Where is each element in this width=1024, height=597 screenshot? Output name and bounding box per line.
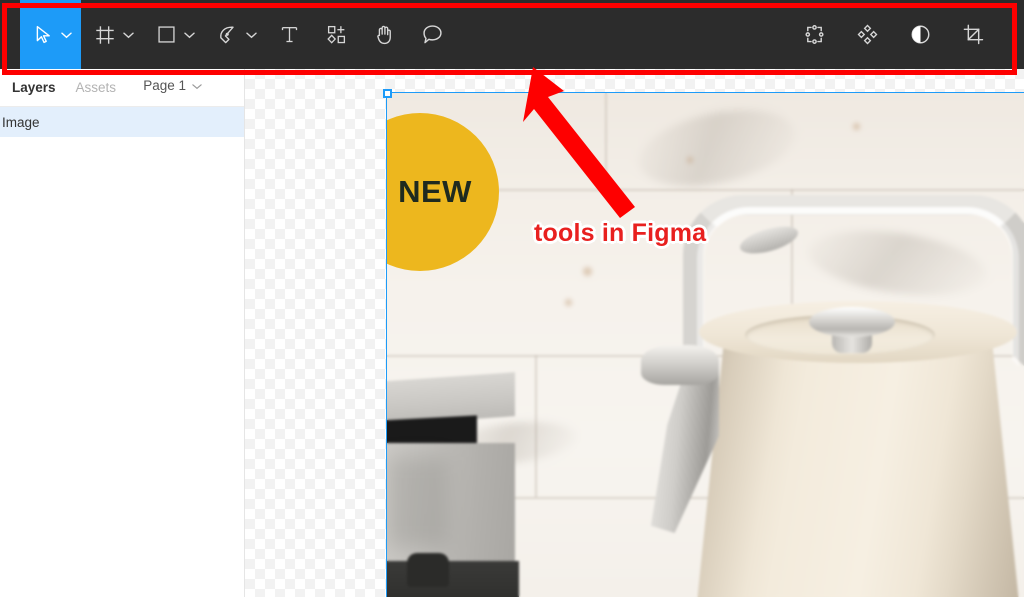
page-selector-label: Page 1 [143, 78, 186, 93]
layer-item-image[interactable]: Image [0, 107, 244, 137]
selected-image-frame[interactable]: NEW [386, 92, 1024, 597]
toaster-knob [407, 553, 449, 587]
kettle-lid-knob [809, 307, 895, 337]
tab-layers[interactable]: Layers [2, 80, 66, 95]
chevron-down-icon [192, 78, 202, 93]
marble-speck [687, 157, 693, 163]
canvas-area[interactable]: NEW [245, 69, 1024, 597]
kettle-photo: NEW [387, 93, 1024, 597]
figma-app-window: Layers Assets Page 1 Image NEW tools in … [0, 0, 1024, 597]
tab-assets[interactable]: Assets [66, 80, 127, 95]
toaster-appliance [387, 372, 527, 597]
page-selector[interactable]: Page 1 [143, 78, 202, 93]
selection-handle-top-left[interactable] [383, 89, 392, 98]
left-sidebar: Layers Assets Page 1 Image [0, 69, 245, 597]
electric-kettle [627, 195, 1024, 597]
callout-text: tools in Figma [532, 217, 708, 249]
kettle-spout-cap [641, 345, 719, 385]
marble-speck [565, 299, 572, 306]
layer-item-label: Image [2, 114, 40, 130]
toaster-shadow [387, 457, 447, 547]
new-badge-label: NEW [398, 174, 472, 209]
tile-grout-line [605, 93, 607, 189]
marble-speck [853, 123, 860, 130]
marble-speck [583, 267, 592, 276]
toolbar-highlight-rectangle [2, 3, 1017, 75]
